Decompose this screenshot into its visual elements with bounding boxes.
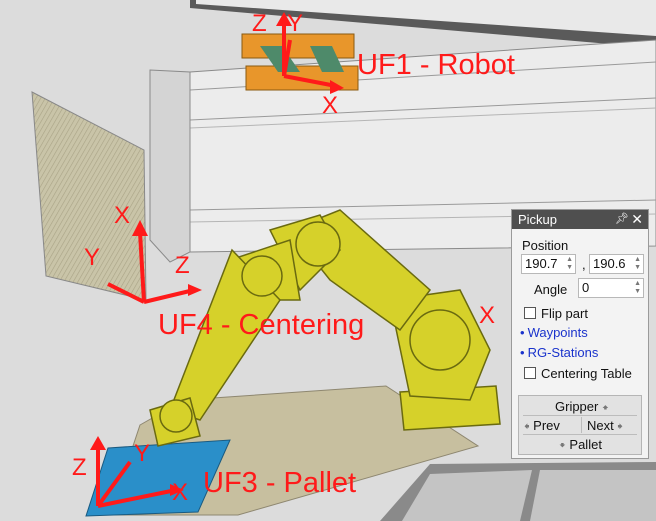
spin-arrows-icon[interactable]: ▲ ▼ [634,280,641,296]
gripper-block-top [241,33,355,59]
flip-part-label: Flip part [541,306,588,321]
uf4-axis-x: X [114,202,131,229]
uf1-axis-x: X [322,92,339,119]
uf3-label: UF3 - Pallet [203,467,357,499]
position-label: Position [522,238,569,253]
navigation-group: Gripper 🠹︎ 🠸︎ Prev Next 🠺︎ 🠻︎ Pallet [518,395,642,455]
uf3-axis-z: Z [72,454,87,481]
arrow-left-icon: 🠸︎ [524,421,530,433]
uf3-axis-y: Y [134,440,151,467]
uf4-axis-y: Y [84,244,101,271]
spin-arrows-icon[interactable]: ▲ ▼ [566,256,573,272]
pin-icon[interactable]: 📌︎ [615,210,629,229]
angle-input[interactable]: 0 ▲ ▼ [578,278,644,298]
uf1-axis-z: Z [252,10,267,37]
arrow-up-icon: 🠹︎ [601,402,609,414]
centering-table-checkbox[interactable] [524,367,536,379]
uf1-axis-y: Y [287,10,304,37]
centering-table-label: Centering Table [541,366,632,381]
panel-titlebar[interactable]: Pickup 📌︎ ✕ [512,210,648,229]
uf4-label: UF4 - Centering [158,309,365,341]
waypoints-link[interactable]: • Waypoints [520,325,588,340]
uf1-label: UF1 - Robot [357,49,515,81]
uf3-axis-x: X [172,479,189,506]
close-icon[interactable]: ✕ [631,210,643,229]
uf4-axis-z: Z [175,252,190,279]
spin-arrows-icon[interactable]: ▲ ▼ [634,256,641,272]
pallet-button[interactable]: 🠻︎ Pallet [559,437,602,456]
rg-stations-link[interactable]: • RG-Stations [520,345,598,360]
position-separator: , [582,257,586,272]
flip-part-checkbox[interactable] [524,307,536,319]
robot-axis-x: X [479,302,496,329]
panel-title: Pickup [518,212,558,227]
angle-label: Angle [534,282,568,297]
pickup-panel: Pickup 📌︎ ✕ Position 190.7 ▲ ▼ , 190.6 ▲ ▼… [511,209,649,459]
position-x-input[interactable]: 190.7 ▲ ▼ [521,254,576,274]
arrow-right-icon: 🠺︎ [617,421,623,433]
arrow-down-icon: 🠻︎ [559,440,566,452]
position-y-input[interactable]: 190.6 ▲ ▼ [589,254,644,274]
